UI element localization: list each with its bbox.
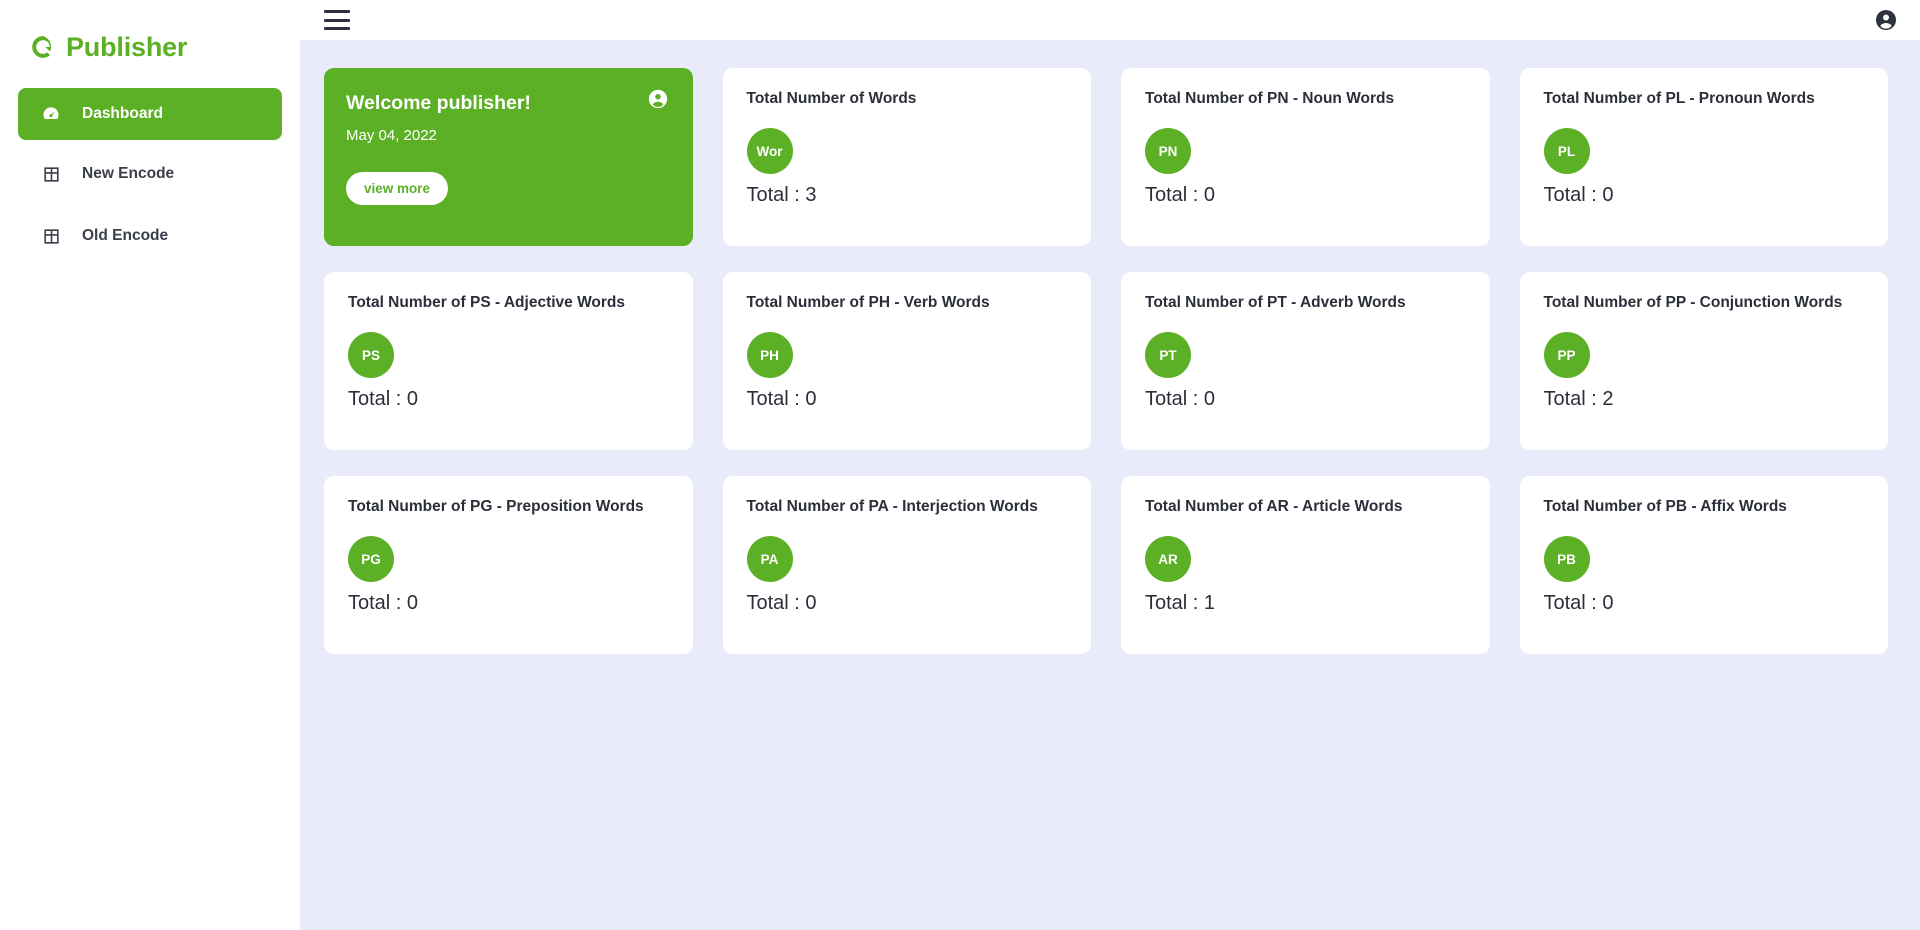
view-more-button[interactable]: view more <box>346 172 449 205</box>
stat-card-ar-article: Total Number of AR - Article Words AR To… <box>1121 476 1490 654</box>
stat-card-badge: AR <box>1145 536 1191 582</box>
stat-card-ps-adjective: Total Number of PS - Adjective Words PS … <box>324 272 693 450</box>
stat-card-badge: PP <box>1543 332 1590 378</box>
stat-card-words: Total Number of Words Wor Total : 3 <box>722 68 1091 246</box>
welcome-title: Welcome publisher! <box>346 92 531 114</box>
stat-card-total: Total : 0 <box>1543 184 1614 206</box>
stat-card-badge: PG <box>348 536 394 582</box>
topbar <box>300 0 1920 40</box>
stat-card-badge: PN <box>1145 128 1191 174</box>
stat-card-title: Total Number of PB - Affix Words <box>1543 498 1787 515</box>
welcome-card: Welcome publisher! May 04, 2022 view mor… <box>324 68 693 246</box>
stat-card-pg-preposition: Total Number of PG - Preposition Words P… <box>324 476 693 654</box>
stat-card-total: Total : 0 <box>1543 592 1614 614</box>
cards-grid: Welcome publisher! May 04, 2022 view mor… <box>324 68 1888 654</box>
sidebar-nav: Dashboard New Encode Old Encode <box>0 88 300 262</box>
stat-card-total: Total : 0 <box>348 388 419 410</box>
stat-card-pp-conjunction: Total Number of PP - Conjunction Words P… <box>1519 272 1888 450</box>
stat-card-total: Total : 0 <box>1145 184 1216 206</box>
sidebar-item-label: New Encode <box>82 165 175 182</box>
stat-card-title: Total Number of PN - Noun Words <box>1145 90 1395 107</box>
brand: Publisher <box>0 0 300 72</box>
sidebar-item-new-encode[interactable]: New Encode <box>18 148 282 200</box>
account-circle-icon <box>647 88 669 110</box>
stat-card-total: Total : 1 <box>1145 592 1216 614</box>
stat-card-title: Total Number of PT - Adverb Words <box>1145 294 1406 311</box>
stat-card-total: Total : 0 <box>746 592 817 614</box>
stat-card-title: Total Number of PP - Conjunction Words <box>1543 294 1843 311</box>
stat-card-badge: PB <box>1543 536 1590 582</box>
stat-card-total: Total : 2 <box>1543 388 1614 410</box>
stat-card-title: Total Number of PS - Adjective Words <box>348 294 626 311</box>
stat-card-total: Total : 0 <box>1145 388 1216 410</box>
hamburger-menu-icon[interactable] <box>324 10 350 30</box>
stat-card-title: Total Number of PH - Verb Words <box>746 294 990 311</box>
gauge-icon <box>40 103 62 125</box>
stat-card-title: Total Number of PG - Preposition Words <box>348 498 644 515</box>
stat-card-pl-pronoun: Total Number of PL - Pronoun Words PL To… <box>1519 68 1888 246</box>
stat-card-pa-interjection: Total Number of PA - Interjection Words … <box>722 476 1091 654</box>
stat-card-title: Total Number of Words <box>746 90 917 107</box>
stat-card-total: Total : 0 <box>746 388 817 410</box>
welcome-date: May 04, 2022 <box>346 127 437 144</box>
stat-card-badge: PA <box>746 536 793 582</box>
stat-card-total: Total : 0 <box>348 592 419 614</box>
stat-card-title: Total Number of PL - Pronoun Words <box>1543 90 1815 107</box>
stat-card-title: Total Number of PA - Interjection Words <box>746 498 1038 515</box>
sidebar-item-label: Old Encode <box>82 227 169 244</box>
sidebar-item-dashboard[interactable]: Dashboard <box>18 88 282 140</box>
stat-card-total: Total : 3 <box>746 184 817 206</box>
table-icon <box>40 225 62 247</box>
stat-card-pn-noun: Total Number of PN - Noun Words PN Total… <box>1121 68 1490 246</box>
stat-card-title: Total Number of AR - Article Words <box>1145 498 1403 515</box>
stat-card-ph-verb: Total Number of PH - Verb Words PH Total… <box>722 272 1091 450</box>
stat-card-pb-affix: Total Number of PB - Affix Words PB Tota… <box>1519 476 1888 654</box>
stat-card-badge: Wor <box>746 128 793 174</box>
app-root: Publisher Dashboard New Encode Old Encod… <box>0 0 1920 930</box>
sidebar: Publisher Dashboard New Encode Old Encod… <box>0 0 300 930</box>
account-circle-icon[interactable] <box>1874 8 1898 32</box>
stat-card-badge: PH <box>746 332 793 378</box>
main-area: Welcome publisher! May 04, 2022 view mor… <box>300 0 1920 930</box>
circle-c-logo-icon <box>30 34 56 60</box>
stat-card-pt-adverb: Total Number of PT - Adverb Words PT Tot… <box>1121 272 1490 450</box>
table-icon <box>40 163 62 185</box>
sidebar-item-label: Dashboard <box>82 105 163 122</box>
stat-card-badge: PL <box>1543 128 1590 174</box>
stat-card-badge: PS <box>348 332 394 378</box>
brand-name: Publisher <box>66 31 188 62</box>
sidebar-item-old-encode[interactable]: Old Encode <box>18 210 282 262</box>
stat-card-badge: PT <box>1145 332 1191 378</box>
dashboard-content: Welcome publisher! May 04, 2022 view mor… <box>300 40 1920 930</box>
